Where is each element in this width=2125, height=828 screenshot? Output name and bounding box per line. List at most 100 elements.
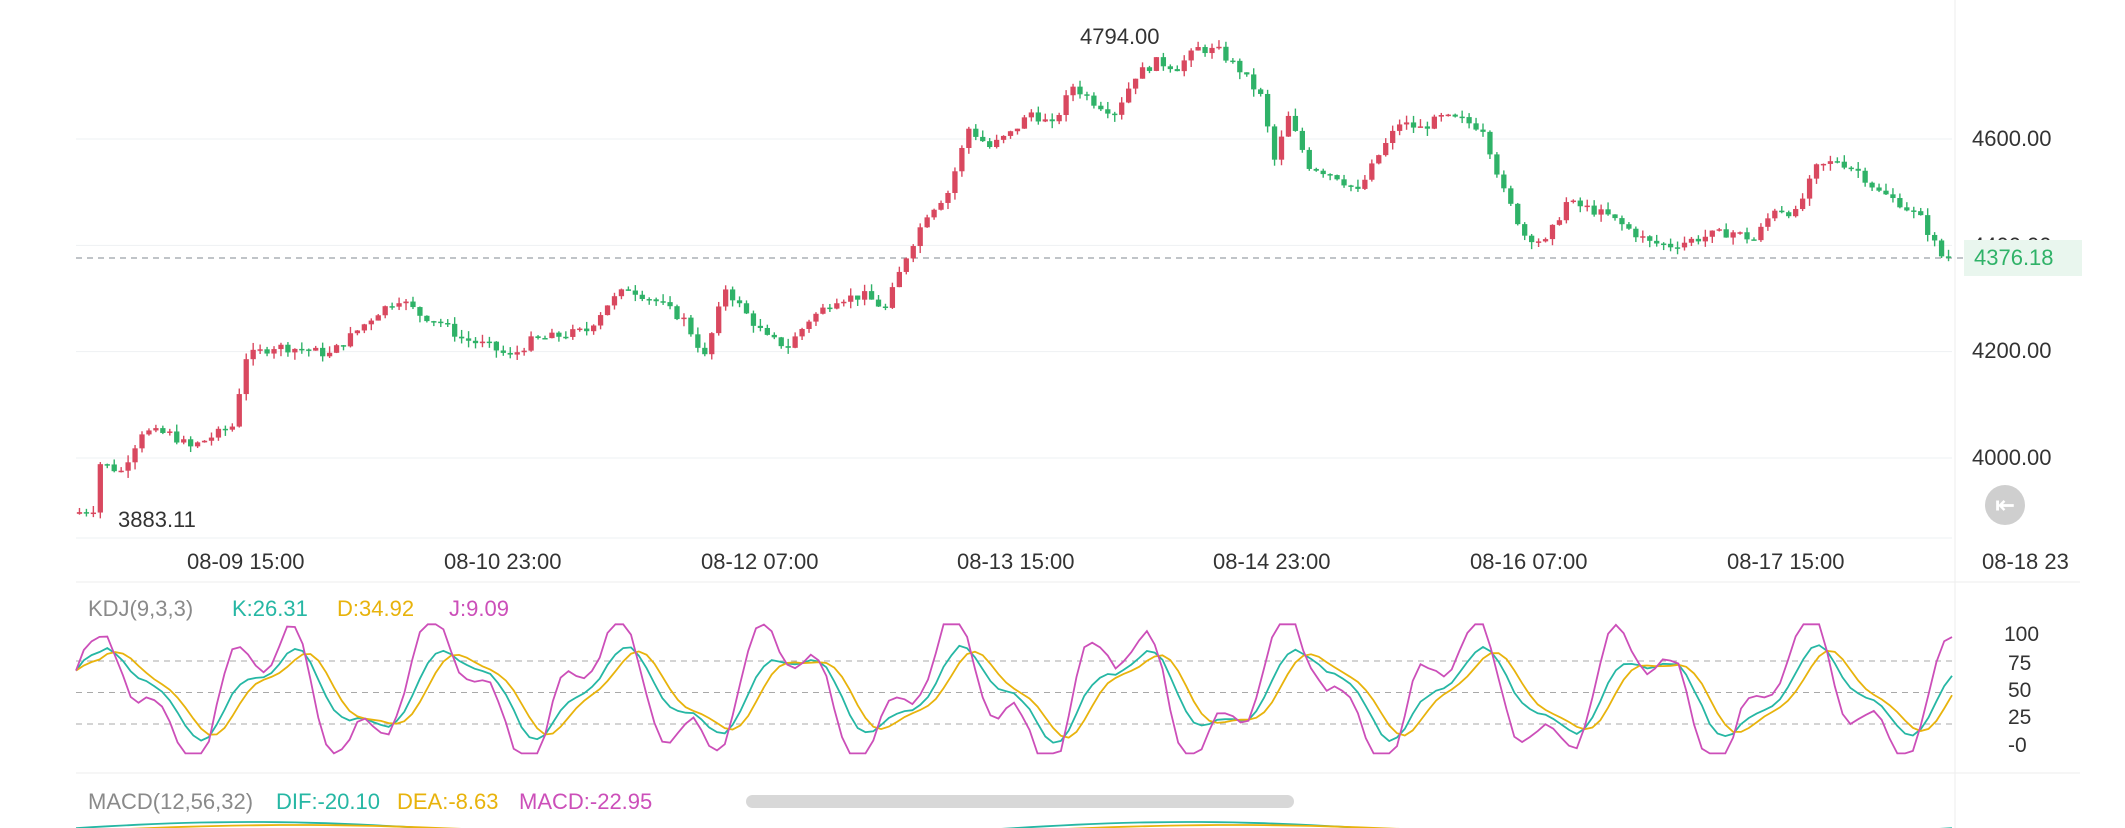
candle-body (1167, 66, 1173, 70)
candle-body (674, 306, 680, 320)
candle-body (729, 289, 736, 301)
candle-body (1869, 182, 1875, 188)
candle-body (931, 209, 937, 218)
candle-body (104, 464, 110, 466)
candle-body (1528, 235, 1535, 243)
candle-body (1146, 67, 1153, 71)
candle-body (827, 307, 833, 310)
candle-body (1195, 47, 1201, 51)
candle-body (778, 337, 784, 347)
candle-body (118, 470, 124, 473)
candle-body (1313, 168, 1319, 171)
kdj-lines (75, 623, 1953, 755)
candle-body (194, 442, 201, 447)
candle-body (1661, 243, 1667, 246)
high-price-label: 4794.00 (1080, 24, 1160, 49)
candle-body (723, 289, 729, 307)
candle-body (1626, 224, 1632, 229)
horizontal-scrollbar[interactable] (746, 795, 1294, 808)
candle-body (785, 346, 791, 348)
candle-body (396, 303, 402, 307)
candle-body (1612, 214, 1618, 219)
candle-body (1925, 215, 1931, 235)
candle-body (1730, 232, 1736, 238)
candle-body (174, 431, 180, 443)
candle-body (188, 439, 194, 447)
x-tick-label: 08-17 15:00 (1727, 549, 1844, 574)
candle-body (333, 345, 340, 353)
candle-body (1890, 194, 1896, 199)
kdj-legend: KDJ(9,3,3) K:26.31 D:34.92 J:9.09 (88, 596, 509, 621)
candle-body (1584, 205, 1590, 208)
candle-body (1459, 116, 1465, 119)
candle-body (375, 315, 381, 321)
candle-body (702, 347, 708, 355)
candle-body (646, 299, 652, 301)
candle-body (215, 428, 222, 438)
candle-body (834, 303, 840, 309)
candle-body (201, 440, 208, 443)
candle-body (1855, 168, 1861, 171)
candle-body (535, 336, 541, 339)
candle-body (667, 302, 673, 307)
candle-body (1813, 164, 1820, 179)
candle-body (1799, 198, 1806, 210)
candle-body (431, 321, 437, 323)
candle-body (1647, 236, 1653, 241)
candle-body (1390, 130, 1396, 144)
candle-body (875, 299, 882, 307)
candle-body (493, 341, 500, 351)
x-tick-label: 08-18 23 (1982, 549, 2069, 574)
macd-lines (75, 821, 1952, 828)
candle-body (1570, 200, 1576, 203)
candle-body (938, 202, 944, 210)
candle-body (361, 324, 367, 331)
candle-body (1737, 232, 1743, 234)
candle-body (910, 246, 916, 259)
candle-body (500, 350, 506, 353)
candle-body (1258, 89, 1264, 94)
candle-body (472, 340, 479, 344)
candle-body (1605, 209, 1611, 215)
candle-body (1556, 220, 1563, 225)
candle-body (1049, 119, 1055, 122)
candle-body (1348, 185, 1354, 187)
candle-body (271, 349, 277, 354)
candle-body (458, 336, 465, 339)
candle-body (813, 313, 819, 322)
candle-body (716, 306, 722, 334)
candle-body (417, 307, 423, 316)
x-tick-label: 08-13 15:00 (957, 549, 1074, 574)
candle-body (292, 348, 298, 353)
candle-body (1230, 60, 1236, 63)
candle-body (570, 329, 576, 337)
candle-body (167, 431, 173, 433)
candle-body (521, 350, 527, 353)
kdj-title: KDJ(9,3,3) (88, 596, 193, 621)
candle-body (1779, 210, 1785, 213)
candle-body (514, 352, 520, 355)
candle-body (306, 349, 312, 351)
candle-body (1452, 114, 1458, 117)
candle-body (1417, 126, 1424, 128)
candle-body (1216, 46, 1222, 49)
candle-body (1334, 175, 1340, 180)
candle-body (1132, 78, 1139, 89)
candle-body (139, 434, 145, 449)
candle-body (313, 347, 319, 351)
jump-to-latest-button[interactable]: ⇤ (1985, 485, 2025, 525)
candle-body (452, 323, 458, 337)
kline-chart[interactable]: 4794.00 3883.11 4600.00 4400.00 4200.00 … (0, 0, 2125, 828)
candle-body (1827, 161, 1834, 164)
candle-body (1112, 113, 1118, 116)
candle-body (1640, 236, 1646, 238)
kdj-tick: 100 (2004, 623, 2039, 646)
candle-body (1396, 124, 1403, 131)
candle-body (354, 330, 361, 334)
macd-dea-value: DEA:-8.63 (397, 789, 499, 814)
candle-body (1445, 114, 1451, 117)
low-price-label: 3883.11 (118, 507, 196, 532)
candle-body (1042, 119, 1048, 122)
candle-body (125, 462, 131, 471)
macd-hist-value: MACD:-22.95 (519, 789, 652, 814)
